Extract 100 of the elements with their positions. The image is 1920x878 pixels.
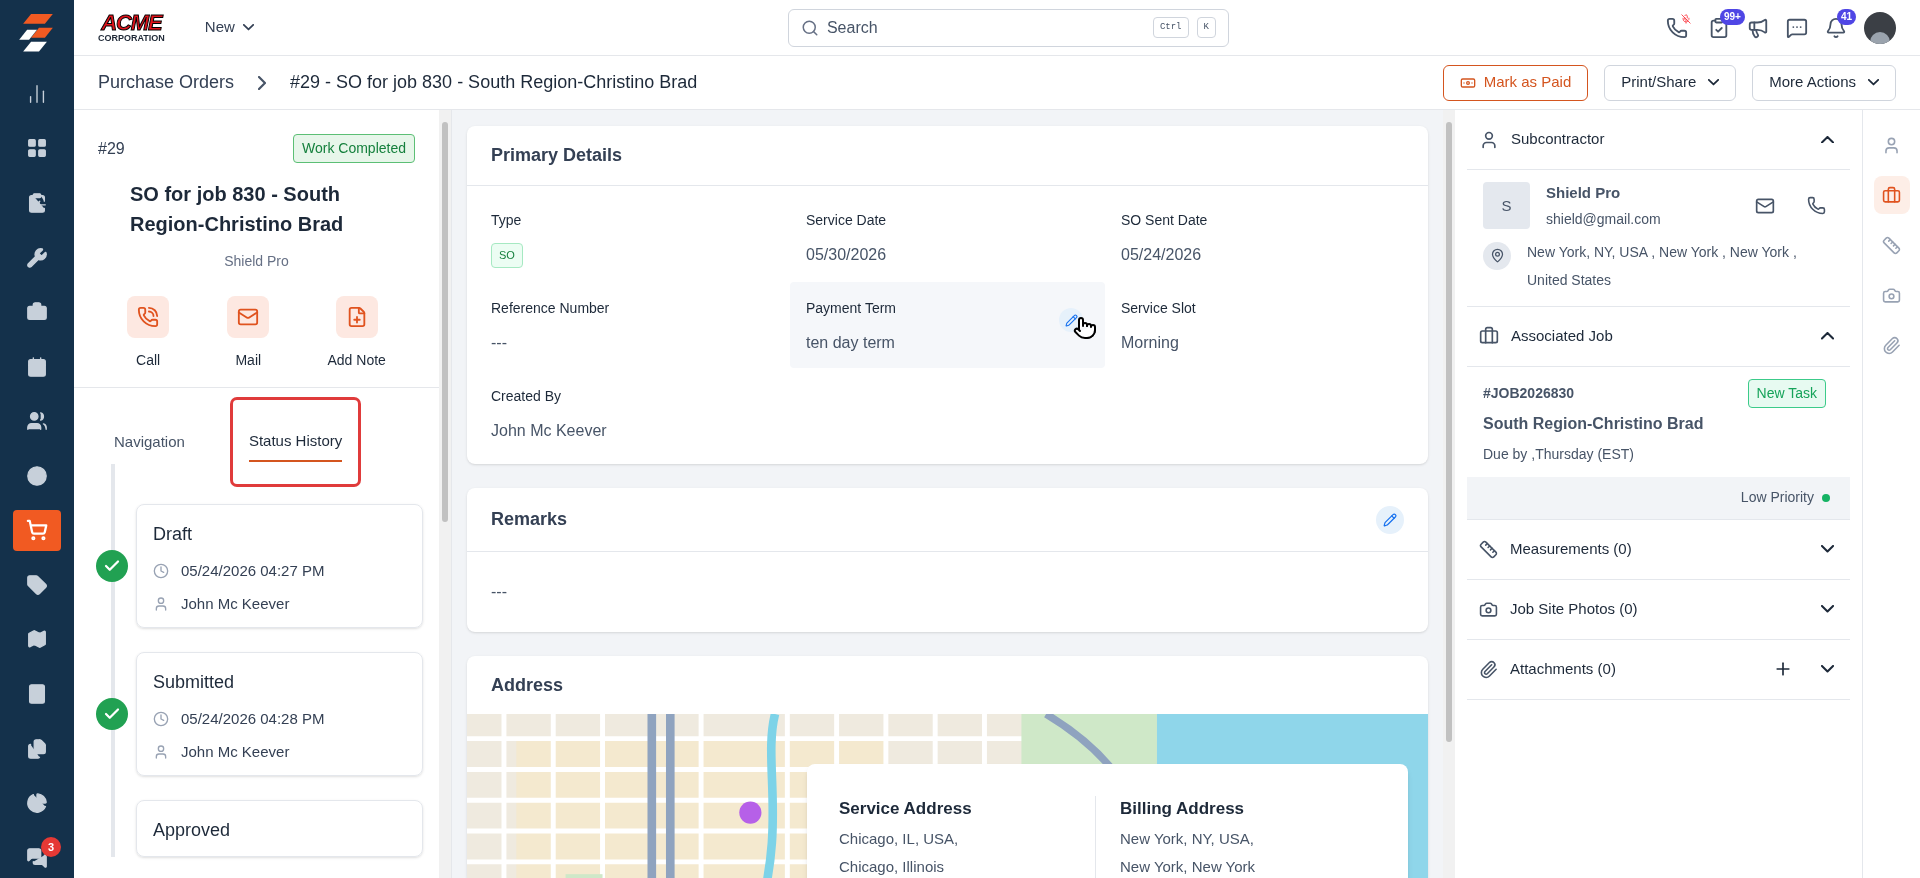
section-title: Associated Job <box>1511 325 1614 346</box>
section-title: Job Site Photos (0) <box>1510 598 1639 619</box>
tag-icon <box>26 573 48 596</box>
chevron-up-icon[interactable] <box>1821 135 1834 144</box>
clipboard-icon <box>26 191 48 214</box>
chevron-down-icon[interactable] <box>1821 665 1834 673</box>
priority-label: Low Priority <box>1740 488 1814 507</box>
chat-icon[interactable] <box>1786 16 1808 39</box>
field-value: John Mc Keever <box>491 421 608 441</box>
field-label: Payment Term <box>806 299 897 318</box>
cart-icon <box>26 519 48 542</box>
address-title: Service Address <box>839 798 973 820</box>
order-title: SO for job 830 - South Region-Christino Brad <box>129 182 345 237</box>
mark-paid-button[interactable]: Mark as Paid <box>1442 64 1589 101</box>
vendor-avatar: S <box>1483 182 1530 230</box>
paperclip-icon <box>1882 335 1901 355</box>
mic-off-icon <box>1681 13 1691 24</box>
field-label: SO Sent Date <box>1121 211 1209 230</box>
phone-icon[interactable] <box>1807 196 1826 216</box>
grid-icon <box>26 137 48 160</box>
order-number: #29 <box>98 138 125 159</box>
search-field[interactable]: Search Ctrl K <box>787 8 1229 47</box>
search-input[interactable]: Search <box>826 15 1145 40</box>
count-badge: 41 <box>1837 8 1857 25</box>
card-title: Primary Details <box>467 126 1428 186</box>
job-number: #JOB2026830 <box>1483 383 1575 403</box>
pencil-icon <box>1064 313 1078 327</box>
camera-icon <box>1882 285 1901 305</box>
field-value: 05/30/2026 <box>806 245 888 265</box>
phone-icon <box>137 306 160 328</box>
chevron-down-icon[interactable] <box>1821 605 1834 613</box>
shortcut-key: Ctrl <box>1152 16 1189 39</box>
field-label: Service Slot <box>1121 299 1197 318</box>
phone-icon[interactable] <box>1666 16 1688 39</box>
page-title: #29 - SO for job 830 - South Region-Christino Brad <box>290 71 698 94</box>
company-logo: ACME CORPORATION <box>98 12 165 43</box>
scrollbar[interactable] <box>1443 110 1455 878</box>
address-line: New York, NY, USA, <box>1120 828 1255 849</box>
status-title: Approved <box>153 819 232 842</box>
field-label: Reference Number <box>491 299 611 318</box>
section-title: Attachments (0) <box>1510 658 1617 679</box>
card-title: Address <box>490 673 565 697</box>
scrollbar[interactable] <box>439 110 451 878</box>
remarks-text: --- <box>490 582 508 602</box>
chevron-down-icon <box>1868 79 1879 86</box>
megaphone-icon[interactable] <box>1747 16 1769 39</box>
status-title: Draft <box>153 523 193 546</box>
paperclip-icon <box>1479 659 1498 679</box>
camera-icon <box>1479 599 1498 619</box>
vendor-address: New York, NY, USA , New York , New York , United States <box>1527 242 1798 290</box>
location-icon <box>1483 241 1511 270</box>
new-menu[interactable]: New <box>204 16 254 39</box>
user-avatar[interactable] <box>1864 11 1896 44</box>
section-title: Measurements (0) <box>1510 538 1633 559</box>
briefcase-icon <box>1882 185 1901 205</box>
ruler-icon <box>1479 539 1498 559</box>
field-value: Morning <box>1121 333 1180 353</box>
pie-chart-icon <box>26 792 48 815</box>
status-tag: New Task <box>1747 378 1826 408</box>
chevron-down-icon[interactable] <box>1821 545 1834 553</box>
type-tag: SO <box>491 243 523 268</box>
chevron-up-icon[interactable] <box>1821 332 1834 340</box>
address-line: New York, New York <box>1120 857 1257 877</box>
address-line: Chicago, IL, USA, <box>839 828 960 849</box>
files-icon <box>26 737 48 760</box>
mail-icon <box>237 306 260 328</box>
field-label: Type <box>491 211 523 230</box>
field-value: --- <box>491 333 508 353</box>
status-tag: Work Completed <box>293 134 415 163</box>
status-user: John Mc Keever <box>181 593 290 614</box>
menu-button[interactable]: Print/Share <box>1604 64 1737 101</box>
status-user: John Mc Keever <box>181 741 290 762</box>
rail-tab[interactable] <box>1873 176 1910 214</box>
chevron-down-icon <box>1708 79 1720 86</box>
pencil-icon <box>1383 512 1397 527</box>
chevron-down-icon <box>242 24 254 31</box>
user-icon <box>153 743 169 760</box>
count-badge: 3 <box>41 837 61 858</box>
section-title: Subcontractor <box>1511 129 1606 150</box>
calendar-icon <box>26 355 48 378</box>
status-time: 05/24/2026 04:28 PM <box>181 709 325 729</box>
sidebar-item[interactable]: 3 <box>13 837 61 878</box>
user-icon <box>153 595 169 612</box>
breadcrumb-link[interactable]: Purchase Orders <box>98 69 235 96</box>
users-icon <box>26 410 48 433</box>
tab[interactable]: Navigation <box>98 400 201 484</box>
shortcut-key: K <box>1196 16 1216 39</box>
user-icon <box>1479 129 1499 150</box>
quick-action[interactable]: Add Note <box>327 296 386 371</box>
ruler-icon <box>1882 235 1901 255</box>
menu-button[interactable]: More Actions <box>1752 64 1896 101</box>
search-icon <box>800 18 819 37</box>
field-label: Created By <box>491 387 563 406</box>
map-icon <box>26 628 48 651</box>
status-time: 05/24/2026 04:27 PM <box>181 561 325 581</box>
user-icon <box>1882 135 1901 155</box>
briefcase-icon <box>1479 326 1499 346</box>
job-name: South Region-Christino Brad <box>1483 413 1705 434</box>
tab[interactable]: Status History <box>232 400 359 484</box>
status-title: Submitted <box>153 671 236 694</box>
